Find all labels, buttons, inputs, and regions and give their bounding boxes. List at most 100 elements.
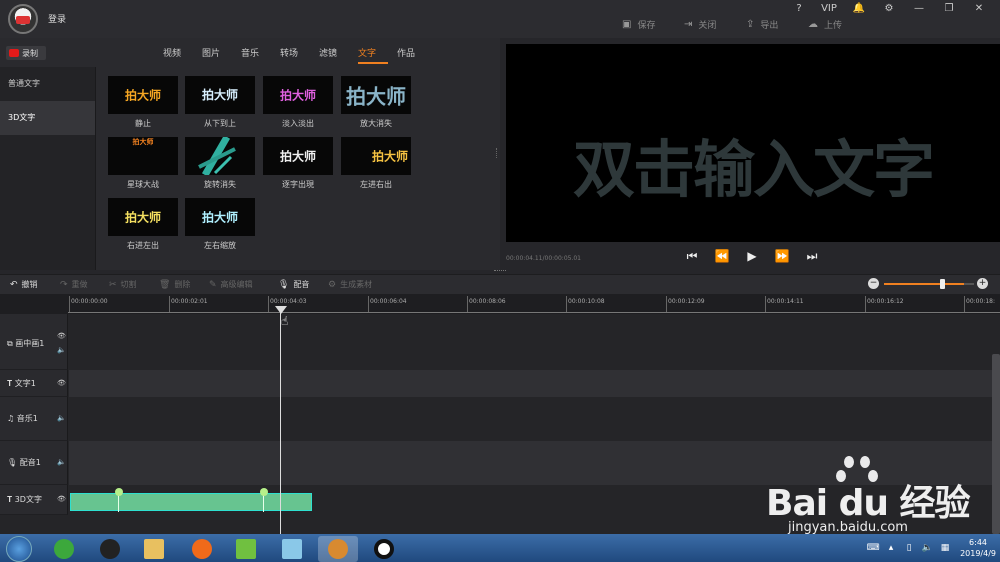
taskbar-app-notes[interactable]	[272, 536, 312, 562]
taskbar-app-qq[interactable]	[90, 536, 130, 562]
delete-button[interactable]: 🗑 删除	[159, 279, 190, 290]
network-icon[interactable]: ▦	[938, 543, 952, 553]
step-forward-icon[interactable]: ⏩	[774, 249, 790, 264]
eye-icon[interactable]: 👁	[57, 332, 66, 340]
panel-resize-handle[interactable]	[496, 148, 500, 158]
tab-works[interactable]: 作品	[397, 46, 436, 64]
taskbar-app-recorder[interactable]	[364, 536, 404, 562]
record-button[interactable]: 录制	[6, 46, 46, 60]
minimize-icon[interactable]: —	[904, 2, 934, 16]
effect-preview	[185, 137, 255, 175]
undo-button[interactable]: ↶ 撤销	[10, 279, 38, 290]
maximize-icon[interactable]: ❐	[934, 2, 964, 16]
effect-thumbnail[interactable]: 拍大师 从下到上	[185, 76, 255, 129]
preview-text[interactable]: 双击输入文字	[506, 119, 1000, 209]
speaker-icon[interactable]: 🔈	[57, 346, 66, 354]
effect-thumbnail[interactable]: 拍大师 逐字出現	[263, 137, 333, 190]
export-button[interactable]: ⇪ 导出	[746, 18, 808, 31]
close-icon[interactable]: ✕	[964, 2, 994, 16]
step-back-icon[interactable]: ⏪	[714, 249, 730, 264]
save-icon: ▣	[622, 19, 632, 30]
effect-thumbnail[interactable]: 拍大师 淡入淡出	[263, 76, 333, 129]
tab-image[interactable]: 图片	[202, 46, 241, 64]
microphone-icon: 🎙	[7, 458, 20, 467]
bell-icon[interactable]: 🔔	[844, 2, 874, 16]
ruler-tick: 00:00:16:12	[865, 296, 904, 312]
effect-thumbnail[interactable]: 拍大师 右进左出	[108, 198, 178, 251]
track-area[interactable]	[69, 397, 992, 441]
zoom-in-button[interactable]: +	[977, 278, 988, 289]
help-icon[interactable]: ?	[784, 2, 814, 16]
timeline-scrollbar[interactable]	[992, 354, 1000, 534]
3d-text-clip[interactable]	[70, 488, 312, 512]
playhead-handle[interactable]	[275, 306, 287, 314]
skip-end-icon[interactable]: ⏭	[804, 249, 820, 264]
tab-filter[interactable]: 滤镜	[319, 46, 358, 64]
tab-text[interactable]: 文字	[358, 46, 388, 64]
upload-button[interactable]: ☁ 上传	[808, 18, 870, 31]
video-preview[interactable]: 双击输入文字	[506, 44, 1000, 242]
tray-arrow-icon[interactable]: ▴	[884, 543, 898, 553]
taskbar-clock[interactable]: 6:44 2019/4/9	[960, 537, 996, 559]
close-button[interactable]: ⇥ 关闭	[684, 18, 746, 31]
speaker-icon[interactable]: 🔈	[57, 458, 66, 466]
taskbar-app-360[interactable]	[44, 536, 84, 562]
taskbar-app-firefox[interactable]	[182, 536, 222, 562]
keyframe-handle[interactable]	[115, 488, 123, 496]
sidebar-item-plain-text[interactable]: 普通文字	[0, 67, 95, 101]
sidebar-item-3d-text[interactable]: 3D文字	[0, 101, 95, 135]
taskbar-app-paidashi[interactable]	[318, 536, 358, 562]
effect-thumbnail[interactable]: 拍大师 放大消失	[341, 76, 411, 129]
gear-icon[interactable]: ⚙	[874, 2, 904, 16]
effect-thumbnail[interactable]: 拍大师 静止	[108, 76, 178, 129]
upload-label: 上传	[824, 21, 843, 31]
tab-video[interactable]: 视频	[163, 46, 202, 64]
generate-material-button[interactable]: ⚙ 生成素材	[328, 279, 372, 290]
device-icon[interactable]: ▯	[902, 543, 916, 553]
play-icon[interactable]: ▶	[744, 249, 760, 264]
playhead-line[interactable]	[280, 306, 281, 534]
save-button[interactable]: ▣ 保存	[622, 18, 684, 31]
ruler-tick: 00:00:04:03	[268, 296, 307, 312]
undo-icon: ↶	[10, 279, 18, 290]
effect-thumbnail[interactable]: 拍大师 左右缩放	[185, 198, 255, 251]
login-link[interactable]: 登录	[48, 12, 66, 25]
advanced-edit-button[interactable]: ✎ 高级编辑	[209, 279, 253, 290]
effect-caption: 静止	[135, 119, 151, 128]
app-logo[interactable]	[8, 4, 38, 34]
skip-start-icon[interactable]: ⏮	[684, 249, 700, 264]
tab-music[interactable]: 音乐	[241, 46, 280, 64]
effect-preview-text: 拍大师	[346, 84, 406, 109]
cut-button[interactable]: ✂ 切割	[109, 279, 137, 290]
keyboard-icon[interactable]: ⌨	[866, 543, 880, 553]
track-label: ⧉ 画中画1	[7, 338, 44, 349]
timeline-ruler[interactable]: 00:00:00:00 00:00:02:01 00:00:04:03 00:0…	[0, 294, 1000, 314]
effect-thumbnail[interactable]: 旋转消失	[185, 137, 255, 190]
speaker-icon[interactable]: 🔈	[57, 414, 66, 422]
eye-icon[interactable]: 👁	[57, 379, 66, 387]
zoom-slider[interactable]: − +	[868, 278, 988, 292]
track-header: ♫ 音乐1 🔈	[0, 397, 68, 441]
eye-icon[interactable]: 👁	[57, 495, 66, 503]
effect-thumbnail[interactable]: 拍大师 左进右出	[341, 137, 411, 190]
speaker-icon[interactable]: 🔈	[920, 543, 934, 553]
timeline-resize-handle[interactable]	[494, 270, 506, 271]
voiceover-button[interactable]: 🎙 配音	[278, 279, 309, 290]
spiral-text-graphic	[198, 137, 236, 175]
zoom-track[interactable]	[884, 283, 964, 285]
taskbar-app-explorer[interactable]	[134, 536, 174, 562]
file-actions: ▣ 保存 ⇥ 关闭 ⇪ 导出 ☁ 上传	[622, 18, 870, 31]
undo-label: 撤销	[21, 280, 38, 289]
zoom-handle[interactable]	[940, 279, 945, 289]
track-area[interactable]	[69, 314, 992, 370]
start-button[interactable]	[6, 536, 32, 562]
redo-button[interactable]: ↷ 重做	[60, 279, 88, 290]
track-area[interactable]	[69, 370, 992, 397]
keyframe-handle[interactable]	[260, 488, 268, 496]
effect-thumbnail[interactable]: 拍大师 星球大战	[108, 137, 178, 190]
taskbar-app-media[interactable]	[226, 536, 266, 562]
zoom-out-button[interactable]: −	[868, 278, 879, 289]
vip-icon[interactable]: VIP	[814, 2, 844, 16]
tab-transition[interactable]: 转场	[280, 46, 319, 64]
timecode-readout: 00:00:04.11/00:00:05.01	[506, 255, 581, 262]
